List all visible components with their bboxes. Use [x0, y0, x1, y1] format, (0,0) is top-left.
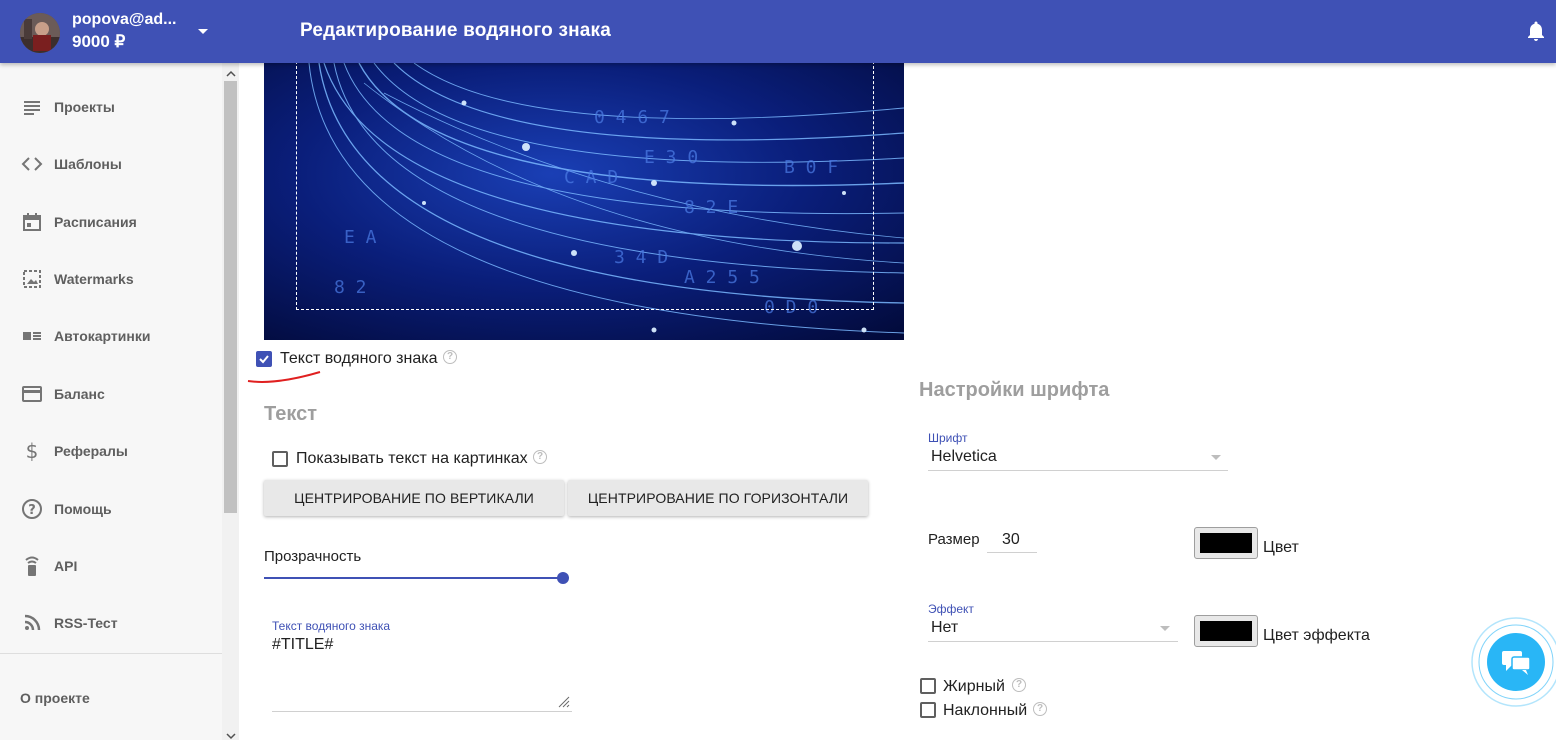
sidebar-item-label: Помощь — [54, 501, 112, 517]
rss-icon — [20, 611, 44, 635]
user-email[interactable]: popova@ad... — [72, 11, 177, 29]
effect-color-swatch[interactable] — [1194, 615, 1258, 647]
sidebar-item-label: Рефералы — [54, 443, 128, 459]
font-field-label: Шрифт — [928, 431, 968, 445]
opacity-label: Прозрачность — [264, 548, 362, 565]
image-frame-icon — [20, 267, 44, 291]
sidebar: Проекты Шаблоны Расписания Watermarks Ав… — [0, 63, 222, 740]
watermark-bounds-box[interactable] — [296, 63, 874, 310]
bell-icon[interactable] — [1524, 19, 1548, 43]
sidebar-item-label: Проекты — [54, 99, 115, 115]
sidebar-item-help[interactable]: ? Помощь — [0, 489, 222, 529]
resize-grip-icon[interactable] — [556, 694, 570, 708]
sidebar-item-templates[interactable]: Шаблоны — [0, 144, 222, 184]
help-icon[interactable]: ? — [1012, 678, 1026, 692]
color-label: Цвет — [1263, 539, 1299, 556]
top-app-bar: popova@ad... 9000 ₽ Редактирование водян… — [0, 0, 1556, 63]
center-horizontal-button[interactable]: ЦЕНТРИРОВАНИЕ ПО ГОРИЗОНТАЛИ — [568, 480, 868, 516]
remote-icon — [20, 554, 44, 578]
show-text-label: Показывать текст на картинках — [296, 450, 528, 467]
sidebar-item-label: API — [54, 558, 78, 574]
svg-text:$: $ — [26, 440, 39, 462]
size-input[interactable]: 30 — [1002, 531, 1020, 549]
italic-checkbox[interactable] — [920, 702, 936, 718]
sidebar-divider — [0, 653, 222, 654]
opacity-slider-thumb[interactable] — [557, 572, 569, 584]
dropdown-arrow-icon[interactable] — [1160, 626, 1170, 631]
sidebar-item-label: RSS-Тест — [54, 615, 118, 631]
chevron-down-icon[interactable] — [194, 22, 212, 40]
sidebar-scrollbar[interactable] — [222, 63, 239, 740]
center-vertical-button[interactable]: ЦЕНТРИРОВАНИЕ ПО ВЕРТИКАЛИ — [264, 480, 564, 516]
bold-label: Жирный — [943, 678, 1005, 695]
watermark-text-underline — [272, 711, 572, 712]
show-text-checkbox[interactable] — [272, 451, 288, 467]
watermark-preview-image[interactable]: 0 4 6 7 E 3 0 C A D 8 2 E 3 4 D A 2 5 5 … — [264, 63, 904, 340]
chevron-down-icon[interactable] — [226, 728, 236, 740]
sidebar-item-schedules[interactable]: Расписания — [0, 202, 222, 242]
sidebar-item-api[interactable]: API — [0, 546, 222, 586]
size-label: Размер — [928, 531, 980, 548]
effect-field-label: Эффект — [928, 602, 974, 616]
italic-label: Наклонный — [943, 702, 1028, 719]
chevron-up-icon[interactable] — [226, 66, 236, 77]
chat-button[interactable] — [1470, 616, 1556, 708]
page-title: Редактирование водяного знака — [300, 20, 612, 41]
list-icon — [20, 95, 44, 119]
sidebar-item-projects[interactable]: Проекты — [0, 87, 222, 127]
sidebar-item-watermarks[interactable]: Watermarks — [0, 259, 222, 299]
effect-color-label: Цвет эффекта — [1263, 627, 1370, 644]
sidebar-item-label: Баланс — [54, 386, 105, 402]
sidebar-item-label: Шаблоны — [54, 156, 122, 172]
svg-text:?: ? — [28, 503, 36, 518]
credit-card-icon — [20, 382, 44, 406]
help-icon[interactable]: ? — [443, 350, 457, 364]
watermark-text-checkbox[interactable] — [256, 351, 272, 367]
watermark-text-field-label: Текст водяного знака — [272, 619, 391, 633]
sidebar-item-rss-test[interactable]: RSS-Тест — [0, 603, 222, 643]
dropdown-arrow-icon[interactable] — [1211, 455, 1221, 460]
dollar-icon: $ — [20, 439, 44, 463]
watermark-text-input[interactable]: #TITLE# — [272, 636, 333, 654]
size-input-underline — [987, 552, 1037, 553]
text-section-title: Текст — [264, 403, 318, 425]
sidebar-item-label: Расписания — [54, 214, 137, 230]
help-icon[interactable]: ? — [533, 450, 547, 464]
scroll-thumb[interactable] — [224, 81, 237, 513]
bold-checkbox[interactable] — [920, 678, 936, 694]
effect-select-underline — [928, 641, 1178, 642]
sidebar-item-label: Watermarks — [54, 271, 134, 287]
sidebar-item-label: Автокартинки — [54, 328, 151, 344]
code-icon — [20, 152, 44, 176]
effect-select[interactable]: Нет — [931, 619, 958, 637]
sidebar-item-about[interactable]: О проекте — [20, 690, 90, 706]
color-swatch[interactable] — [1194, 527, 1258, 559]
sidebar-item-referrals[interactable]: $ Рефералы — [0, 431, 222, 471]
help-icon[interactable]: ? — [1033, 702, 1047, 716]
sidebar-item-balance[interactable]: Баланс — [0, 374, 222, 414]
avatar[interactable] — [20, 13, 60, 53]
sidebar-item-autoimages[interactable]: Автокартинки — [0, 316, 222, 356]
calendar-icon — [20, 210, 44, 234]
watermark-text-label: Текст водяного знака — [280, 350, 438, 367]
help-circle-icon: ? — [20, 497, 44, 521]
image-text-icon — [20, 324, 44, 348]
font-select[interactable]: Helvetica — [931, 448, 997, 466]
font-select-underline — [928, 470, 1228, 471]
user-balance: 9000 ₽ — [72, 32, 126, 51]
font-section-title: Настройки шрифта — [919, 379, 1110, 401]
annotation-underline — [247, 371, 321, 383]
opacity-slider-track[interactable] — [264, 577, 564, 579]
